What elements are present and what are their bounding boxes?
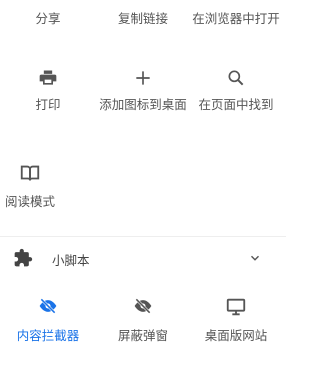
scripts-section-label: 小脚本 — [52, 253, 90, 268]
print-label: 打印 — [35, 97, 61, 112]
share-label: 分享 — [35, 11, 61, 26]
chevron-down-icon[interactable] — [248, 251, 262, 265]
content-blocker-button[interactable]: 内容拦截器 — [0, 296, 96, 344]
reading-mode-label: 阅读模式 — [4, 194, 55, 209]
eye-off-icon — [39, 298, 57, 314]
share-button[interactable]: 分享 — [0, 10, 96, 27]
open-in-browser-label: 在浏览器中打开 — [192, 11, 280, 26]
copy-link-button[interactable]: 复制链接 — [95, 10, 191, 27]
add-to-desktop-button[interactable]: 添加图标到桌面 — [95, 68, 191, 113]
find-in-page-label: 在页面中找到 — [198, 97, 274, 112]
reading-mode-button[interactable]: 阅读模式 — [0, 162, 60, 210]
eye-off-icon — [134, 298, 152, 314]
desktop-site-button[interactable]: 桌面版网站 — [190, 296, 282, 344]
search-icon — [228, 70, 244, 86]
book-open-icon — [20, 165, 40, 181]
add-to-desktop-label: 添加图标到桌面 — [99, 97, 187, 112]
plus-icon — [136, 71, 150, 85]
block-popups-label: 屏蔽弹窗 — [117, 328, 168, 343]
desktop-site-label: 桌面版网站 — [204, 328, 268, 343]
content-blocker-label: 内容拦截器 — [16, 328, 80, 343]
puzzle-icon — [14, 248, 33, 267]
scripts-section-header[interactable]: 小脚本 — [0, 236, 286, 278]
print-button[interactable]: 打印 — [0, 68, 96, 113]
monitor-icon — [226, 298, 246, 316]
printer-icon — [39, 70, 57, 85]
find-in-page-button[interactable]: 在页面中找到 — [190, 68, 282, 113]
block-popups-button[interactable]: 屏蔽弹窗 — [95, 296, 191, 344]
open-in-browser-button[interactable]: 在浏览器中打开 — [190, 10, 282, 27]
copy-link-label: 复制链接 — [117, 11, 168, 26]
browser-tools-menu: 分享 复制链接 在浏览器中打开 打印 添加图标到桌面 在页面中找到 阅读模式 小… — [0, 0, 286, 370]
